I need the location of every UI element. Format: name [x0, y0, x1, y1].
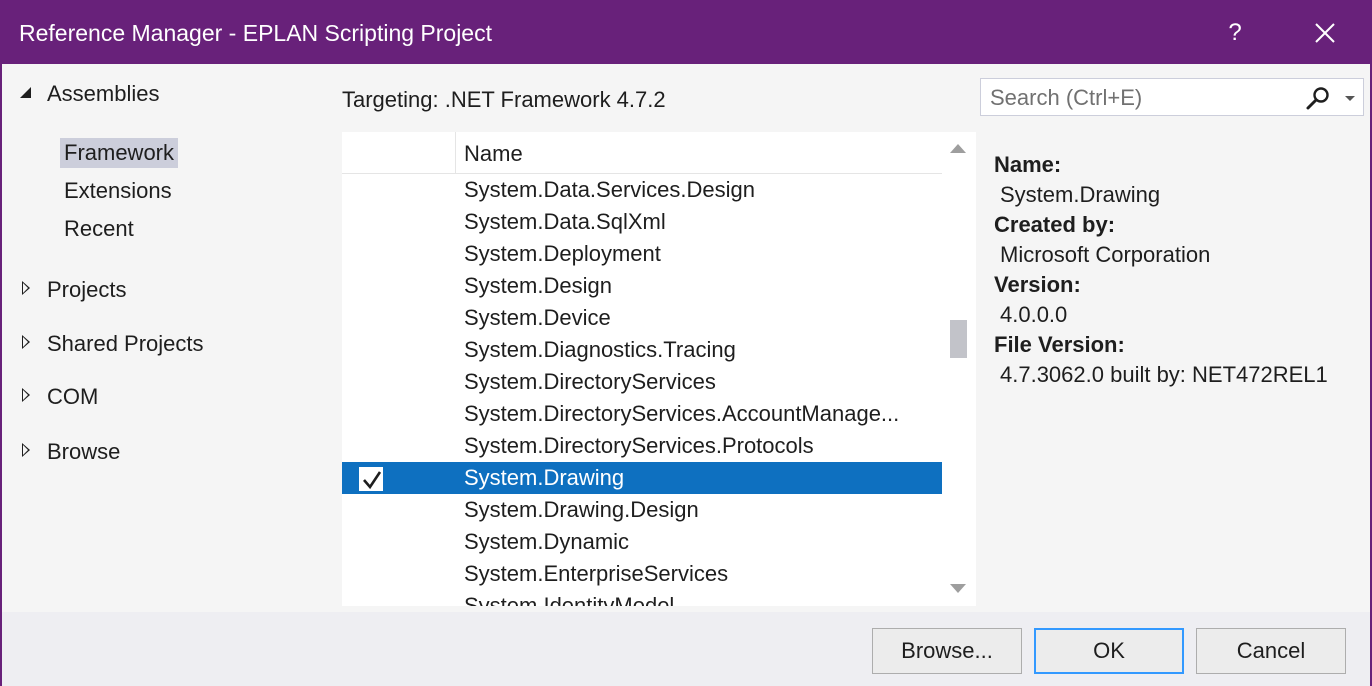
title-bar: Reference Manager - EPLAN Scripting Proj… — [2, 2, 1370, 64]
assembly-name: System.Drawing — [464, 465, 625, 490]
list-row[interactable]: System.Deployment — [342, 238, 942, 270]
detail-file-version-label: File Version: — [994, 332, 1125, 357]
ok-button[interactable]: OK — [1034, 628, 1184, 674]
column-header-name[interactable]: Name — [464, 140, 523, 168]
collapsed-triangle-icon — [22, 281, 30, 295]
nav-assemblies-label: Assemblies — [47, 81, 160, 106]
close-icon — [1315, 23, 1335, 43]
detail-file-version-value: 4.7.3062.0 built by: NET472REL1 — [1000, 362, 1328, 387]
scroll-thumb[interactable] — [950, 320, 967, 358]
assembly-name: System.Data.Services.Design — [464, 177, 755, 202]
detail-version-label: Version: — [994, 272, 1081, 297]
details-pane: Name: System.Drawing Created by: Microso… — [994, 150, 1328, 390]
assembly-name: System.Deployment — [464, 241, 661, 266]
detail-created-by-label: Created by: — [994, 212, 1116, 237]
expanded-triangle-icon — [20, 87, 31, 98]
list-rows: System.Data.Services.Design System.Data.S… — [342, 174, 942, 606]
targeting-label: Targeting: .NET Framework 4.7.2 — [342, 87, 666, 112]
reference-manager-window: Reference Manager - EPLAN Scripting Proj… — [0, 0, 1372, 686]
close-button[interactable] — [1300, 6, 1350, 60]
search-options-dropdown-icon[interactable] — [1345, 96, 1355, 101]
assembly-name: System.IdentityModel — [464, 593, 675, 606]
collapsed-triangle-icon — [22, 443, 30, 457]
collapsed-triangle-icon — [22, 388, 30, 402]
scroll-down-arrow-icon[interactable] — [950, 584, 966, 593]
assembly-name: System.Diagnostics.Tracing — [464, 337, 736, 362]
list-scrollbar[interactable] — [942, 132, 976, 606]
help-button[interactable]: ? — [1212, 6, 1258, 60]
assembly-name: System.DirectoryServices.Protocols — [464, 433, 814, 458]
assembly-name: System.DirectoryServices — [464, 369, 716, 394]
nav-section-label: COM — [47, 384, 99, 409]
list-row[interactable]: System.Dynamic — [342, 526, 942, 558]
assembly-list: Name System.Data.Services.Design System.D… — [342, 132, 976, 606]
list-row[interactable]: System.Design — [342, 270, 942, 302]
nav-section-label: Browse — [47, 439, 121, 464]
nav-item-framework[interactable]: Framework — [60, 138, 179, 168]
checkbox-checked[interactable] — [359, 467, 383, 491]
list-row[interactable]: System.Drawing.Design — [342, 494, 942, 526]
assembly-name: System.Dynamic — [464, 529, 630, 554]
cancel-button[interactable]: Cancel — [1196, 628, 1346, 674]
detail-created-by-value: Microsoft Corporation — [1000, 242, 1211, 267]
search-input[interactable]: Search (Ctrl+E) — [980, 78, 1364, 116]
nav-section-browse[interactable]: Browse — [20, 438, 120, 466]
scroll-up-arrow-icon[interactable] — [950, 144, 966, 153]
assembly-name: System.Design — [464, 273, 612, 298]
collapsed-triangle-icon — [22, 335, 30, 349]
nav-section-com[interactable]: COM — [20, 383, 98, 411]
nav-item-recent[interactable]: Recent — [60, 214, 138, 244]
assembly-name: System.DirectoryServices.AccountManage..… — [464, 401, 900, 426]
nav-assemblies[interactable]: Assemblies — [20, 80, 159, 108]
assembly-name: System.Data.SqlXml — [464, 209, 666, 234]
assembly-name: System.EnterpriseServices — [464, 561, 729, 586]
detail-version-value: 4.0.0.0 — [1000, 302, 1068, 327]
browse-button[interactable]: Browse... — [872, 628, 1022, 674]
list-row[interactable]: System.DirectoryServices.Protocols — [342, 430, 942, 462]
list-row[interactable]: System.DirectoryServices — [342, 366, 942, 398]
list-row[interactable]: System.EnterpriseServices — [342, 558, 942, 590]
nav-item-extensions[interactable]: Extensions — [60, 176, 176, 206]
checkmark-icon — [363, 471, 382, 490]
list-row[interactable]: System.Drawing — [342, 462, 942, 494]
list-header: Name — [342, 132, 942, 174]
list-row[interactable]: System.Data.SqlXml — [342, 206, 942, 238]
window-title: Reference Manager - EPLAN Scripting Proj… — [19, 20, 492, 46]
assembly-name: System.Drawing.Design — [464, 497, 699, 522]
list-row[interactable]: System.Diagnostics.Tracing — [342, 334, 942, 366]
list-row[interactable]: System.IdentityModel — [342, 590, 942, 606]
search-icon[interactable] — [1305, 85, 1331, 111]
detail-name-value: System.Drawing — [1000, 182, 1161, 207]
assembly-name: System.Device — [464, 305, 611, 330]
nav-section-shared-projects[interactable]: Shared Projects — [20, 330, 204, 358]
list-row[interactable]: System.DirectoryServices.AccountManage..… — [342, 398, 942, 430]
detail-name-label: Name: — [994, 152, 1062, 177]
list-row[interactable]: System.Device — [342, 302, 942, 334]
column-divider — [455, 132, 456, 174]
nav-section-projects[interactable]: Projects — [20, 276, 126, 304]
search-placeholder: Search (Ctrl+E) — [990, 85, 1143, 110]
nav-section-label: Projects — [47, 277, 127, 302]
list-row[interactable]: System.Data.Services.Design — [342, 174, 942, 206]
nav-section-label: Shared Projects — [47, 331, 204, 356]
